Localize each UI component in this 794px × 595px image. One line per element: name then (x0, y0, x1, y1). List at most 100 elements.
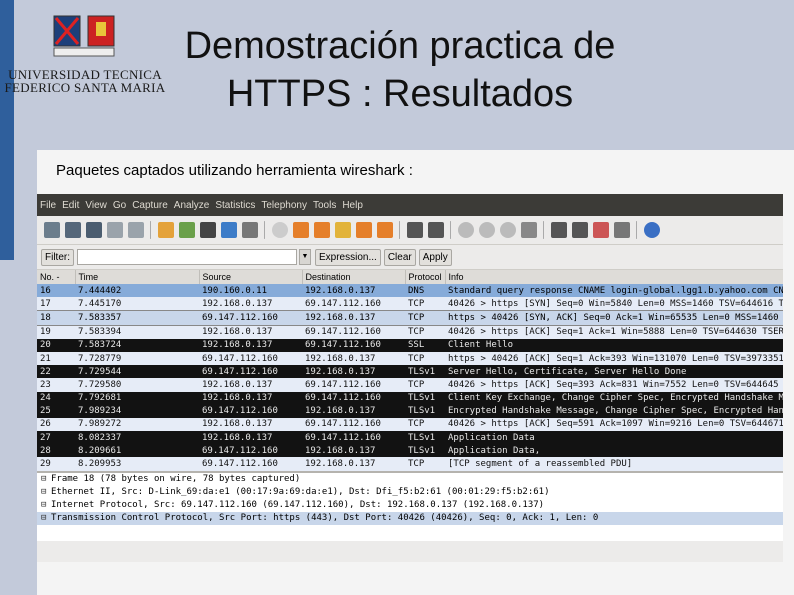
toolbar-separator (450, 221, 451, 239)
menu-telephony[interactable]: Telephony (258, 200, 310, 211)
packet-row[interactable]: 18 7.583357 69.147.112.160 192.168.0.137 TCP… (37, 310, 783, 326)
packet-row[interactable]: 23 7.729580 192.168.0.137 69.147.112.160 TCP… (37, 378, 783, 392)
menu-capture[interactable]: Capture (129, 200, 171, 211)
packet-row[interactable]: 21 7.728779 69.147.112.160 192.168.0.137 TCP… (37, 351, 783, 366)
expression-button[interactable]: Expression... (315, 248, 381, 266)
go-back-icon[interactable] (292, 222, 309, 238)
packet-cell-no: 20 (37, 338, 75, 352)
packet-cell-info: Standard query response CNAME login-glob… (445, 284, 783, 298)
column-header-protocol[interactable]: Protocol (405, 270, 446, 284)
packet-cell-info: https > 40426 [ACK] Seq=1 Ack=393 Win=13… (445, 351, 783, 366)
colorize-icon[interactable] (406, 222, 423, 238)
expand-toggle-icon[interactable]: ⊟ (41, 473, 51, 486)
packet-row[interactable]: 20 7.583724 192.168.0.137 69.147.112.160 SSL… (37, 338, 783, 352)
menu-go[interactable]: Go (110, 200, 129, 211)
column-header-destination[interactable]: Destination (302, 270, 406, 284)
filter-input[interactable] (77, 249, 297, 265)
menu-help[interactable]: Help (339, 200, 366, 211)
capture-options-icon[interactable] (64, 222, 81, 238)
expand-toggle-icon[interactable]: ⊟ (41, 486, 51, 499)
help-icon[interactable] (643, 222, 660, 238)
packet-cell-time: 8.209661 (75, 444, 199, 458)
coloring-rules-icon[interactable] (592, 222, 609, 238)
go-last-icon[interactable] (376, 222, 393, 238)
column-header-source[interactable]: Source (199, 270, 303, 284)
column-header-time[interactable]: Time (75, 270, 200, 284)
packet-cell-dst: 69.147.112.160 (302, 325, 405, 339)
zoom-normal-icon[interactable] (499, 222, 516, 238)
packet-cell-info: https > 40426 [SYN, ACK] Seq=0 Ack=1 Win… (445, 310, 783, 326)
packet-cell-info: 40426 > https [SYN] Seq=0 Win=5840 Len=0… (445, 297, 783, 311)
column-header-info[interactable]: Info (445, 270, 783, 284)
packet-cell-proto: TLSv1 (405, 365, 445, 379)
packet-cell-src: 69.147.112.160 (199, 365, 302, 379)
apply-button[interactable]: Apply (418, 248, 452, 266)
expand-toggle-icon[interactable]: ⊟ (41, 512, 51, 525)
packet-cell-proto: TCP (405, 297, 445, 311)
packet-cell-no: 29 (37, 457, 75, 471)
packet-cell-no: 24 (37, 391, 75, 405)
packet-cell-info: Encrypted Handshake Message, Change Ciph… (445, 404, 783, 418)
menu-edit[interactable]: Edit (59, 200, 82, 211)
packet-row[interactable]: 22 7.729544 69.147.112.160 192.168.0.137 TLS… (37, 365, 783, 379)
go-forward-icon[interactable] (313, 222, 330, 238)
packet-details-pane: ⊟ Frame 18 (78 bytes on wire, 78 bytes ca… (37, 470, 783, 541)
packet-cell-info: 40426 > https [ACK] Seq=591 Ack=1097 Win… (445, 417, 783, 432)
packet-row[interactable]: 16 7.444402 190.160.0.11 192.168.0.137 DNS St… (37, 284, 783, 298)
stop-capture-icon[interactable] (106, 222, 123, 238)
zoom-out-icon[interactable] (478, 222, 495, 238)
packet-cell-time: 7.729544 (75, 365, 199, 379)
packet-row[interactable]: 25 7.989234 69.147.112.160 192.168.0.137 TLS… (37, 404, 783, 418)
detail-row[interactable]: ⊟ Frame 18 (78 bytes on wire, 78 bytes ca… (37, 473, 783, 486)
toolbar-separator (399, 221, 400, 239)
packet-row[interactable]: 28 8.209661 69.147.112.160 192.168.0.137 TLS… (37, 444, 783, 458)
packet-cell-dst: 192.168.0.137 (302, 444, 405, 458)
menu-analyze[interactable]: Analyze (171, 200, 213, 211)
packet-row[interactable]: 17 7.445170 192.168.0.137 69.147.112.160 TCP… (37, 297, 783, 311)
packet-cell-dst: 69.147.112.160 (302, 297, 405, 311)
restart-capture-icon[interactable] (127, 222, 144, 238)
reload-icon[interactable] (220, 222, 237, 238)
find-packet-icon[interactable] (271, 222, 288, 238)
start-capture-icon[interactable] (85, 222, 102, 238)
save-file-icon[interactable] (178, 222, 195, 238)
detail-row[interactable]: ⊟ Ethernet II, Src: D-Link_69:da:e1 (00:1… (37, 486, 783, 499)
packet-cell-info: Server Hello, Certificate, Server Hello … (445, 365, 783, 379)
packet-list-header: No. - Time Source Destination Protocol I… (37, 270, 783, 284)
capture-filters-icon[interactable] (550, 222, 567, 238)
packet-cell-time: 7.583394 (75, 325, 199, 339)
go-first-icon[interactable] (355, 222, 372, 238)
packet-row[interactable]: 29 8.209953 69.147.112.160 192.168.0.137 TCP… (37, 457, 783, 471)
expand-toggle-icon[interactable]: ⊟ (41, 499, 51, 512)
detail-row[interactable]: ⊟ Transmission Control Protocol, Src Port… (37, 512, 783, 526)
open-file-icon[interactable] (157, 222, 174, 238)
packet-row[interactable]: 26 7.989272 192.168.0.137 69.147.112.160 TCP… (37, 417, 783, 432)
packet-cell-src: 69.147.112.160 (199, 457, 302, 471)
toolbar-separator (150, 221, 151, 239)
packet-cell-time: 7.792681 (75, 391, 199, 405)
menu-statistics[interactable]: Statistics (212, 200, 258, 211)
interfaces-icon[interactable] (43, 222, 60, 238)
packet-row[interactable]: 19 7.583394 192.168.0.137 69.147.112.160 TCP… (37, 325, 783, 339)
zoom-in-icon[interactable] (457, 222, 474, 238)
resize-columns-icon[interactable] (520, 222, 537, 238)
close-file-icon[interactable] (199, 222, 216, 238)
packet-row[interactable]: 24 7.792681 192.168.0.137 69.147.112.160 TLS… (37, 391, 783, 405)
display-filters-icon[interactable] (571, 222, 588, 238)
packet-row[interactable]: 27 8.082337 192.168.0.137 69.147.112.160 TLS… (37, 431, 783, 445)
autoscroll-icon[interactable] (427, 222, 444, 238)
column-header-no[interactable]: No. - (37, 270, 76, 284)
packet-cell-info: 40426 > https [ACK] Seq=393 Ack=831 Win=… (445, 378, 783, 392)
filter-dropdown-icon[interactable]: ▼ (299, 249, 311, 265)
menu-tools[interactable]: Tools (310, 200, 339, 211)
packet-cell-src: 69.147.112.160 (199, 351, 302, 366)
menu-file[interactable]: File (37, 200, 59, 211)
preferences-icon[interactable] (613, 222, 630, 238)
menu-view[interactable]: View (82, 200, 110, 211)
go-to-packet-icon[interactable] (334, 222, 351, 238)
clear-button[interactable]: Clear (383, 248, 416, 266)
detail-row[interactable]: ⊟ Internet Protocol, Src: 69.147.112.160 … (37, 499, 783, 512)
packet-cell-proto: TLSv1 (405, 431, 445, 445)
print-icon[interactable] (241, 222, 258, 238)
filter-label-button[interactable]: Filter: (41, 248, 74, 266)
